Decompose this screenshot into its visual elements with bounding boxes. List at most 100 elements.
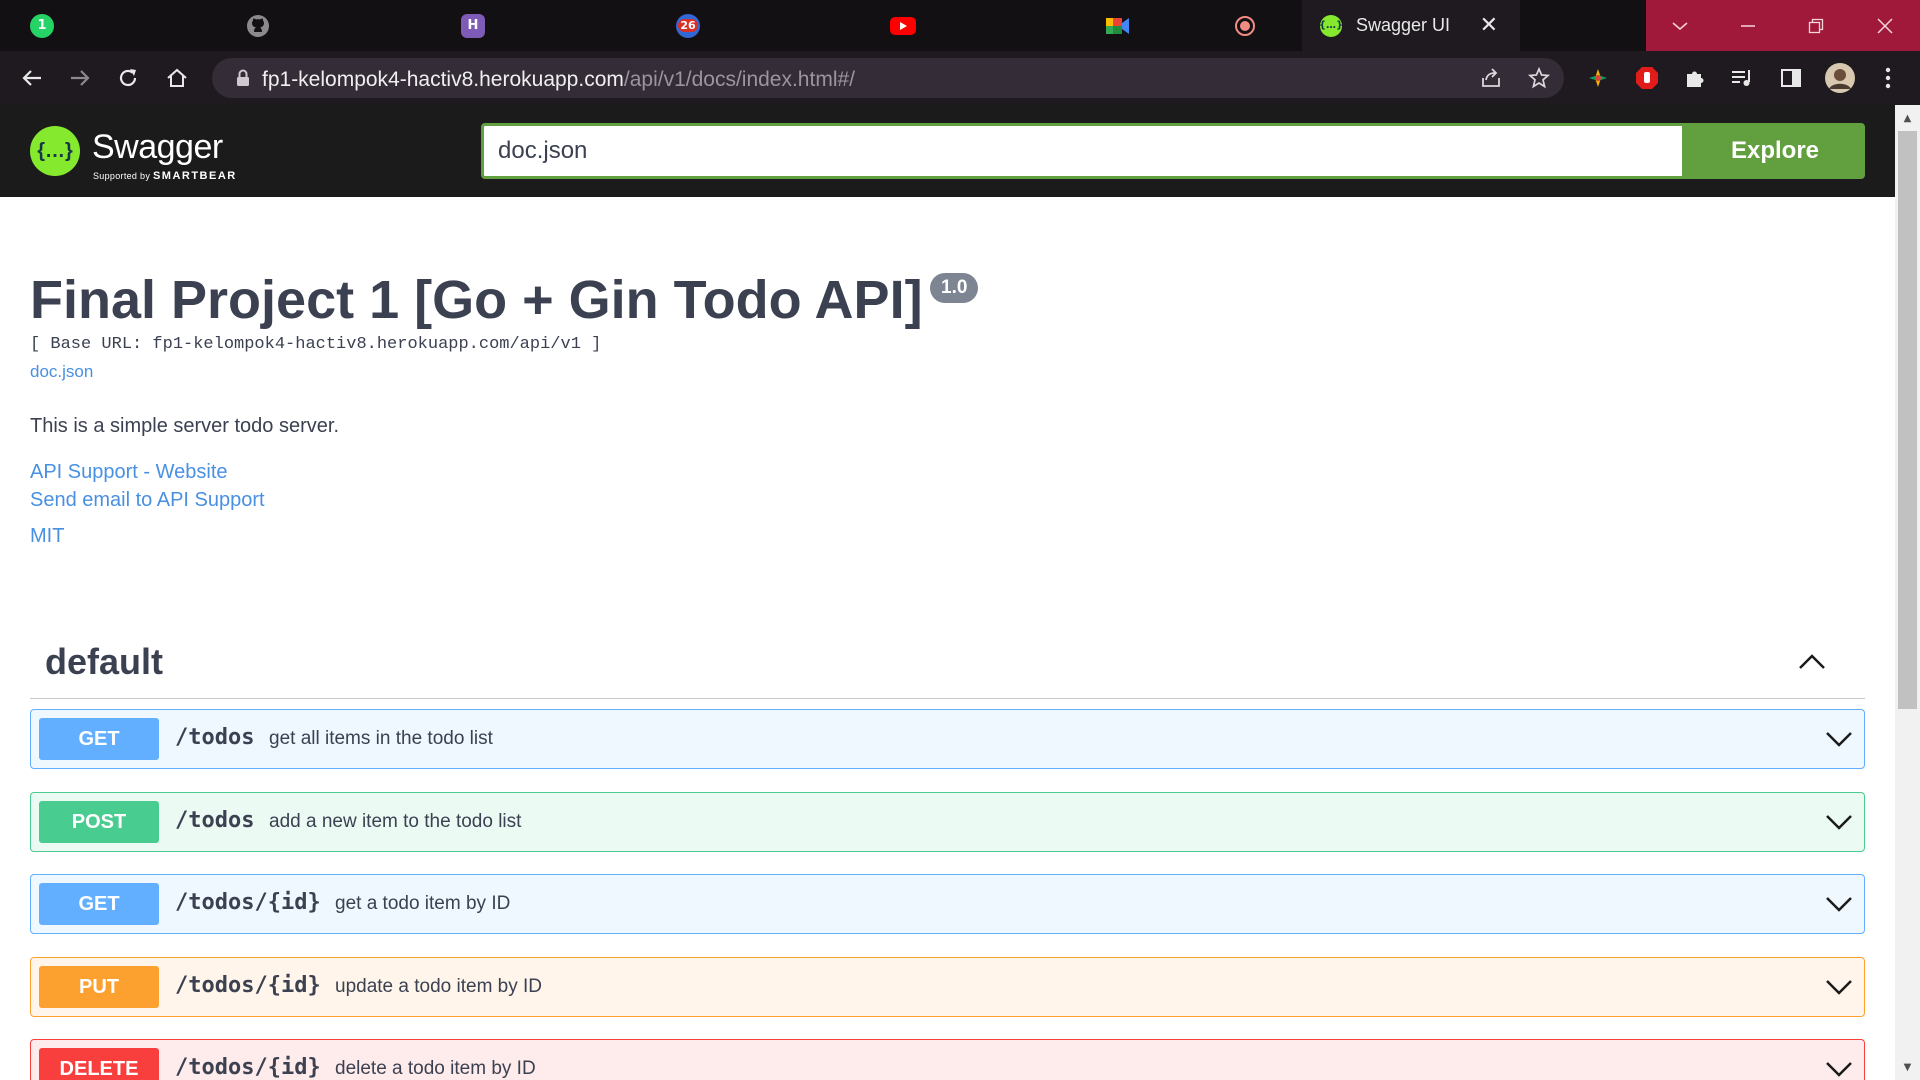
tag-section-header[interactable]: default xyxy=(30,627,1865,699)
chevron-down-icon xyxy=(1826,732,1852,747)
scroll-up-arrow-icon[interactable]: ▲ xyxy=(1895,107,1920,129)
back-arrow-icon xyxy=(22,70,41,86)
tab-swagger-ui[interactable]: {…} Swagger UI ✕ xyxy=(1302,0,1520,51)
explore-button[interactable]: Explore xyxy=(1685,123,1865,179)
tab-chrome-app[interactable]: 26 xyxy=(668,0,708,51)
chrome-app-icon: 26 xyxy=(676,13,700,38)
logo-sub-brand: SMARTBEAR xyxy=(152,170,237,182)
operation-path: /todos xyxy=(175,808,255,833)
browser-toolbar: fp1-kelompok4-hactiv8.herokuapp.com/api/… xyxy=(0,51,1920,105)
share-icon[interactable] xyxy=(1476,64,1506,92)
reload-icon xyxy=(119,69,137,87)
page-scrollbar[interactable]: ▲ ▼ xyxy=(1895,105,1920,1080)
chrome-app-badge: 26 xyxy=(678,19,698,32)
tab-record[interactable] xyxy=(1225,0,1265,51)
swagger-main: Final Project 1 [Go + Gin Todo API] 1.0 … xyxy=(0,197,1895,1080)
side-panel-icon[interactable] xyxy=(1776,63,1806,93)
extension-adblock-icon[interactable] xyxy=(1632,63,1662,93)
operation-summary: update a todo item by ID xyxy=(335,976,543,997)
swagger-logo-text: Swagger xyxy=(92,128,223,166)
restore-icon xyxy=(1808,18,1824,33)
home-button[interactable] xyxy=(157,51,197,105)
chevron-down-icon xyxy=(1826,897,1852,912)
method-badge: DELETE xyxy=(39,1048,159,1080)
profile-avatar[interactable] xyxy=(1823,61,1857,95)
tag-title: default xyxy=(45,641,164,682)
operation-path: /todos xyxy=(175,725,255,750)
method-badge: GET xyxy=(39,718,159,760)
operation-summary: get a todo item by ID xyxy=(335,893,511,914)
swagger-favicon-icon: {…} xyxy=(1319,14,1343,37)
api-title: Final Project 1 [Go + Gin Todo API] xyxy=(30,270,923,330)
forward-button[interactable] xyxy=(60,51,100,105)
whatsapp-badge: 1 xyxy=(37,18,47,33)
operation-path: /todos/{id} xyxy=(175,973,321,998)
chevron-down-icon xyxy=(1826,1062,1852,1077)
operation-summary: delete a todo item by ID xyxy=(335,1058,536,1079)
method-badge: GET xyxy=(39,883,159,925)
tab-hackerrank[interactable]: H xyxy=(453,0,493,51)
scroll-down-arrow-icon[interactable]: ▼ xyxy=(1895,1056,1920,1078)
media-control-icon[interactable] xyxy=(1727,63,1757,93)
close-icon xyxy=(1877,17,1893,34)
method-badge: POST xyxy=(39,801,159,843)
extension-colorful-icon[interactable] xyxy=(1583,63,1613,93)
minimize-icon xyxy=(1741,24,1755,27)
minimize-button[interactable] xyxy=(1714,0,1782,51)
base-url: [ Base URL: fp1-kelompok4-hactiv8.heroku… xyxy=(30,335,602,354)
tab-whatsapp[interactable]: 1 xyxy=(22,0,62,51)
tab-youtube[interactable] xyxy=(883,0,923,51)
youtube-icon xyxy=(890,16,916,35)
operation-delete-todo-by-id[interactable]: DELETE /todos/{id} delete a todo item by… xyxy=(30,1039,1865,1080)
operation-post-todos[interactable]: POST /todos add a new item to the todo l… xyxy=(30,792,1865,852)
forward-arrow-icon xyxy=(71,70,90,86)
back-button[interactable] xyxy=(12,51,52,105)
operation-path: /todos/{id} xyxy=(175,1055,321,1080)
operation-put-todo-by-id[interactable]: PUT /todos/{id} update a todo item by ID xyxy=(30,957,1865,1017)
restore-button[interactable] xyxy=(1782,0,1850,51)
home-icon xyxy=(167,68,187,87)
hackerrank-glyph: H xyxy=(467,18,479,33)
tab-title: Swagger UI xyxy=(1356,15,1451,35)
reload-button[interactable] xyxy=(108,51,148,105)
github-icon xyxy=(247,14,269,37)
swagger-topbar: {…} Swagger Supported by SMARTBEAR Explo… xyxy=(0,105,1895,197)
operation-path: /todos/{id} xyxy=(175,890,321,915)
operation-get-todo-by-id[interactable]: GET /todos/{id} get a todo item by ID xyxy=(30,874,1865,934)
hackerrank-icon: H xyxy=(461,13,485,38)
tab-close-icon[interactable]: ✕ xyxy=(1480,13,1498,38)
chevron-down-icon xyxy=(1672,21,1688,30)
lock-icon[interactable] xyxy=(232,67,254,89)
contact-website-link[interactable]: API Support - Website xyxy=(30,461,228,484)
method-badge: PUT xyxy=(39,966,159,1008)
api-description: This is a simple server todo server. xyxy=(30,415,339,437)
close-window-button[interactable] xyxy=(1850,0,1920,51)
whatsapp-icon: 1 xyxy=(30,13,54,38)
operation-get-todos[interactable]: GET /todos get all items in the todo lis… xyxy=(30,709,1865,769)
tab-google-meet[interactable] xyxy=(1098,0,1138,51)
swagger-logo-subtitle: Supported by SMARTBEAR xyxy=(93,170,237,182)
contact-email-link[interactable]: Send email to API Support xyxy=(30,489,265,512)
url-text: fp1-kelompok4-hactiv8.herokuapp.com/api/… xyxy=(262,68,855,92)
browser-tab-bar: 1 H 26 {…} Swagger UI ✕ xyxy=(0,0,1920,51)
tab-github[interactable] xyxy=(238,0,278,51)
license-link[interactable]: MIT xyxy=(30,525,64,548)
bookmark-star-icon[interactable] xyxy=(1524,64,1554,92)
operation-summary: add a new item to the todo list xyxy=(269,811,522,832)
spec-json-link[interactable]: doc.json xyxy=(30,362,93,382)
google-meet-icon xyxy=(1106,17,1129,34)
logo-sub-prefix: Supported by xyxy=(93,171,151,181)
chevron-down-icon xyxy=(1826,980,1852,995)
operation-summary: get all items in the todo list xyxy=(269,728,493,749)
record-icon xyxy=(1235,15,1255,36)
spec-url-input[interactable] xyxy=(481,123,1685,179)
swagger-logo-icon: {…} xyxy=(30,126,80,176)
tab-search-button[interactable] xyxy=(1646,0,1714,51)
browser-menu-icon[interactable] xyxy=(1873,63,1903,93)
address-bar[interactable]: fp1-kelompok4-hactiv8.herokuapp.com/api/… xyxy=(212,58,1564,98)
extensions-puzzle-icon[interactable] xyxy=(1680,63,1710,93)
chevron-up-icon xyxy=(1799,654,1825,669)
swagger-logo[interactable]: {…} Swagger Supported by SMARTBEAR xyxy=(30,122,260,182)
url-path: /api/v1/docs/index.html#/ xyxy=(623,68,855,91)
scrollbar-thumb[interactable] xyxy=(1898,131,1917,709)
